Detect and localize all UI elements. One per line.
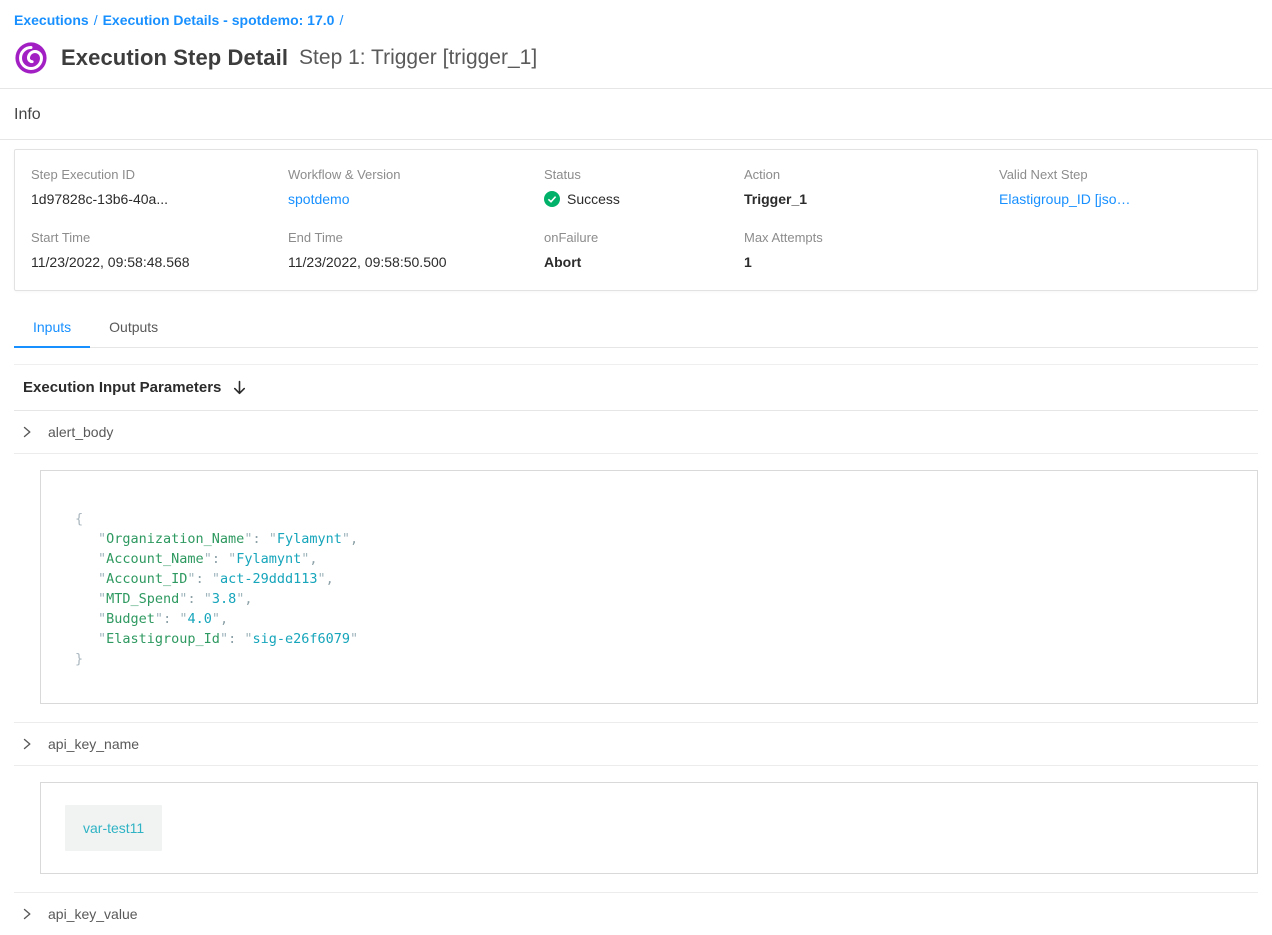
chevron-right-icon (21, 738, 33, 750)
execution-input-parameters-header: Execution Input Parameters (14, 365, 1258, 411)
field-max-attempts: Max Attempts 1 (744, 230, 999, 270)
field-value: 11/23/2022, 09:58:48.568 (31, 254, 288, 270)
param-row-api-key-value[interactable]: api_key_value (14, 893, 1258, 935)
api-key-name-content: var-test11 (40, 782, 1258, 874)
field-label: Step Execution ID (31, 167, 288, 182)
field-value: 1 (744, 254, 999, 270)
field-on-failure: onFailure Abort (544, 230, 744, 270)
page-subtitle: Step 1: Trigger [trigger_1] (299, 46, 537, 70)
alert-body-content: {"Organization_Name": "Fylamynt","Accoun… (40, 470, 1258, 704)
tab-inputs[interactable]: Inputs (14, 308, 90, 348)
chevron-right-icon (21, 908, 33, 920)
field-label: End Time (288, 230, 544, 245)
execution-input-parameters-title: Execution Input Parameters (23, 379, 221, 396)
field-workflow-version: Workflow & Version spotdemo (288, 167, 544, 207)
success-check-icon (544, 191, 560, 207)
info-card: Step Execution ID 1d97828c-13b6-40a... W… (14, 149, 1258, 291)
fylamynt-logo-icon (14, 41, 48, 75)
field-label: Valid Next Step (999, 167, 1241, 182)
collapse-all-arrow-down-icon[interactable] (232, 380, 247, 395)
breadcrumb-separator: / (339, 12, 343, 28)
field-label: onFailure (544, 230, 744, 245)
execution-step-detail-page: Executions/Execution Details - spotdemo:… (0, 0, 1272, 935)
status-text: Success (567, 191, 620, 207)
field-value: 11/23/2022, 09:58:50.500 (288, 254, 544, 270)
field-label: Status (544, 167, 744, 182)
param-name: alert_body (48, 424, 113, 440)
divider (0, 139, 1272, 140)
field-action: Action Trigger_1 (744, 167, 999, 207)
field-label: Max Attempts (744, 230, 999, 245)
field-value: Abort (544, 254, 744, 270)
field-value: Trigger_1 (744, 191, 999, 207)
workflow-link[interactable]: spotdemo (288, 191, 544, 207)
breadcrumb-separator: / (94, 12, 98, 28)
field-label: Workflow & Version (288, 167, 544, 182)
tab-outputs[interactable]: Outputs (90, 308, 177, 347)
api-key-name-value: var-test11 (65, 805, 162, 851)
param-row-alert-body[interactable]: alert_body (14, 411, 1258, 454)
field-step-execution-id: Step Execution ID 1d97828c-13b6-40a... (31, 167, 288, 207)
param-name: api_key_name (48, 736, 139, 752)
breadcrumb-execution-details[interactable]: Execution Details - spotdemo: 17.0 (103, 12, 335, 28)
field-status: Status Success (544, 167, 744, 207)
info-section-title: Info (14, 89, 1258, 139)
field-label: Start Time (31, 230, 288, 245)
breadcrumb: Executions/Execution Details - spotdemo:… (14, 12, 1258, 28)
chevron-right-icon (21, 426, 33, 438)
valid-next-step-link[interactable]: Elastigroup_ID [jso… (999, 191, 1241, 207)
page-header: Execution Step Detail Step 1: Trigger [t… (14, 41, 1258, 88)
param-name: api_key_value (48, 906, 138, 922)
json-code: {"Organization_Name": "Fylamynt","Accoun… (41, 471, 1257, 703)
tab-bar: Inputs Outputs (14, 308, 1258, 348)
param-row-api-key-name[interactable]: api_key_name (14, 723, 1258, 766)
breadcrumb-executions[interactable]: Executions (14, 12, 89, 28)
field-label: Action (744, 167, 999, 182)
info-grid: Step Execution ID 1d97828c-13b6-40a... W… (31, 167, 1241, 270)
field-value: 1d97828c-13b6-40a... (31, 191, 288, 207)
page-title: Execution Step Detail (61, 45, 288, 71)
status-badge: Success (544, 191, 744, 207)
field-valid-next-step: Valid Next Step Elastigroup_ID [jso… (999, 167, 1241, 207)
field-start-time: Start Time 11/23/2022, 09:58:48.568 (31, 230, 288, 270)
field-end-time: End Time 11/23/2022, 09:58:50.500 (288, 230, 544, 270)
